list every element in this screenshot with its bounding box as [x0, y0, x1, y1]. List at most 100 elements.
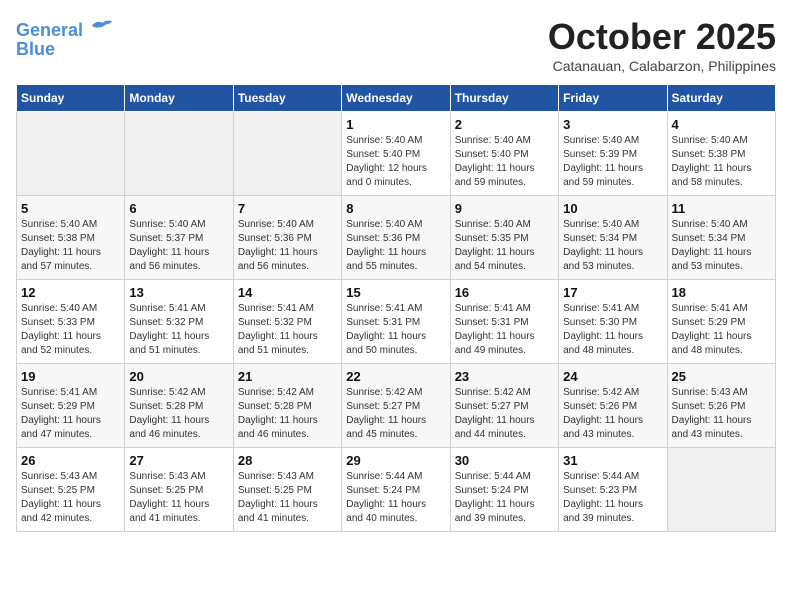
day-info: Sunrise: 5:40 AMSunset: 5:36 PMDaylight:… [238, 218, 337, 274]
day-info: Sunrise: 5:40 AMSunset: 5:34 PMDaylight:… [672, 218, 771, 274]
day-info: Sunrise: 5:40 AMSunset: 5:36 PMDaylight:… [346, 218, 445, 274]
day-info: Sunrise: 5:43 AMSunset: 5:25 PMDaylight:… [238, 470, 337, 526]
calendar-cell: 21 Sunrise: 5:42 AMSunset: 5:28 PMDayligh… [233, 364, 341, 448]
calendar-cell: 15Sunrise: 5:41 AMSunset: 5:31 PMDayligh… [342, 280, 450, 364]
day-number: 27 [129, 453, 228, 468]
calendar-cell: 20 Sunrise: 5:42 AMSunset: 5:28 PMDayligh… [125, 364, 233, 448]
day-number: 1 [346, 117, 445, 132]
day-number: 19 [21, 369, 120, 384]
calendar-week-row: 12Sunrise: 5:40 AMSunset: 5:33 PMDayligh… [17, 280, 776, 364]
day-number: 25 [672, 369, 771, 384]
header: General Blue October 2025 Catanauan, Cal… [16, 16, 776, 74]
calendar-cell: 18 Sunrise: 5:41 AMSunset: 5:29 PMDayligh… [667, 280, 775, 364]
day-number: 30 [455, 453, 554, 468]
day-number: 31 [563, 453, 662, 468]
calendar-week-row: 5Sunrise: 5:40 AMSunset: 5:38 PMDaylight… [17, 196, 776, 280]
calendar-cell: 5Sunrise: 5:40 AMSunset: 5:38 PMDaylight… [17, 196, 125, 280]
weekday-header-friday: Friday [559, 85, 667, 112]
calendar-cell: 27Sunrise: 5:43 AMSunset: 5:25 PMDayligh… [125, 448, 233, 532]
day-info: Sunrise: 5:40 AMSunset: 5:39 PMDaylight:… [563, 134, 662, 190]
calendar-cell: 13 Sunrise: 5:41 AMSunset: 5:32 PMDayligh… [125, 280, 233, 364]
month-title: October 2025 [548, 16, 776, 58]
weekday-header-sunday: Sunday [17, 85, 125, 112]
day-number: 17 [563, 285, 662, 300]
day-info: Sunrise: 5:42 AMSunset: 5:28 PMDaylight:… [129, 386, 228, 442]
day-number: 11 [672, 201, 771, 216]
day-number: 29 [346, 453, 445, 468]
calendar-cell: 24Sunrise: 5:42 AMSunset: 5:26 PMDayligh… [559, 364, 667, 448]
day-number: 7 [238, 201, 337, 216]
day-info: Sunrise: 5:40 AMSunset: 5:40 PMDaylight:… [455, 134, 554, 190]
day-number: 13 [129, 285, 228, 300]
day-number: 8 [346, 201, 445, 216]
calendar-cell [17, 112, 125, 196]
day-number: 10 [563, 201, 662, 216]
day-number: 21 [238, 369, 337, 384]
day-info: Sunrise: 5:40 AMSunset: 5:35 PMDaylight:… [455, 218, 554, 274]
calendar-cell: 14 Sunrise: 5:41 AMSunset: 5:32 PMDayligh… [233, 280, 341, 364]
day-info: Sunrise: 5:42 AMSunset: 5:26 PMDaylight:… [563, 386, 662, 442]
day-number: 14 [238, 285, 337, 300]
weekday-header-thursday: Thursday [450, 85, 558, 112]
day-info: Sunrise: 5:44 AMSunset: 5:24 PMDaylight:… [455, 470, 554, 526]
calendar-cell: 28 Sunrise: 5:43 AMSunset: 5:25 PMDayligh… [233, 448, 341, 532]
calendar-cell: 29 Sunrise: 5:44 AMSunset: 5:24 PMDayligh… [342, 448, 450, 532]
day-info: Sunrise: 5:42 AMSunset: 5:28 PMDaylight:… [238, 386, 337, 442]
day-number: 5 [21, 201, 120, 216]
calendar-cell [233, 112, 341, 196]
day-info: Sunrise: 5:43 AMSunset: 5:26 PMDaylight:… [672, 386, 771, 442]
logo-bird-icon [90, 16, 114, 36]
day-number: 26 [21, 453, 120, 468]
calendar-cell: 6 Sunrise: 5:40 AMSunset: 5:37 PMDaylight… [125, 196, 233, 280]
day-info: Sunrise: 5:41 AMSunset: 5:31 PMDaylight:… [455, 302, 554, 358]
day-info: Sunrise: 5:44 AMSunset: 5:24 PMDaylight:… [346, 470, 445, 526]
calendar-cell: 17 Sunrise: 5:41 AMSunset: 5:30 PMDayligh… [559, 280, 667, 364]
calendar-cell: 4 Sunrise: 5:40 AMSunset: 5:38 PMDaylight… [667, 112, 775, 196]
calendar-cell: 31Sunrise: 5:44 AMSunset: 5:23 PMDayligh… [559, 448, 667, 532]
day-info: Sunrise: 5:40 AMSunset: 5:38 PMDaylight:… [672, 134, 771, 190]
day-info: Sunrise: 5:41 AMSunset: 5:29 PMDaylight:… [21, 386, 120, 442]
calendar-cell: 22Sunrise: 5:42 AMSunset: 5:27 PMDayligh… [342, 364, 450, 448]
calendar-cell: 23 Sunrise: 5:42 AMSunset: 5:27 PMDayligh… [450, 364, 558, 448]
calendar-body: 1 Sunrise: 5:40 AMSunset: 5:40 PMDaylight… [17, 112, 776, 532]
logo-blue: Blue [16, 39, 114, 60]
day-info: Sunrise: 5:41 AMSunset: 5:32 PMDaylight:… [238, 302, 337, 358]
calendar-week-row: 19 Sunrise: 5:41 AMSunset: 5:29 PMDayligh… [17, 364, 776, 448]
calendar-cell: 8 Sunrise: 5:40 AMSunset: 5:36 PMDaylight… [342, 196, 450, 280]
location-subtitle: Catanauan, Calabarzon, Philippines [548, 58, 776, 74]
calendar-cell: 7 Sunrise: 5:40 AMSunset: 5:36 PMDaylight… [233, 196, 341, 280]
day-number: 18 [672, 285, 771, 300]
day-number: 4 [672, 117, 771, 132]
calendar-cell: 30 Sunrise: 5:44 AMSunset: 5:24 PMDayligh… [450, 448, 558, 532]
calendar-cell [667, 448, 775, 532]
day-info: Sunrise: 5:41 AMSunset: 5:32 PMDaylight:… [129, 302, 228, 358]
calendar-cell: 16 Sunrise: 5:41 AMSunset: 5:31 PMDayligh… [450, 280, 558, 364]
calendar-cell: 12Sunrise: 5:40 AMSunset: 5:33 PMDayligh… [17, 280, 125, 364]
day-number: 20 [129, 369, 228, 384]
weekday-header-saturday: Saturday [667, 85, 775, 112]
calendar-cell: 3 Sunrise: 5:40 AMSunset: 5:39 PMDaylight… [559, 112, 667, 196]
calendar-week-row: 26 Sunrise: 5:43 AMSunset: 5:25 PMDayligh… [17, 448, 776, 532]
day-info: Sunrise: 5:41 AMSunset: 5:29 PMDaylight:… [672, 302, 771, 358]
calendar-week-row: 1 Sunrise: 5:40 AMSunset: 5:40 PMDaylight… [17, 112, 776, 196]
day-number: 16 [455, 285, 554, 300]
day-info: Sunrise: 5:41 AMSunset: 5:31 PMDaylight:… [346, 302, 445, 358]
logo-text: General [16, 16, 114, 41]
weekday-header-wednesday: Wednesday [342, 85, 450, 112]
day-number: 28 [238, 453, 337, 468]
day-number: 3 [563, 117, 662, 132]
day-info: Sunrise: 5:43 AMSunset: 5:25 PMDaylight:… [21, 470, 120, 526]
calendar-header-row: SundayMondayTuesdayWednesdayThursdayFrid… [17, 85, 776, 112]
day-info: Sunrise: 5:42 AMSunset: 5:27 PMDaylight:… [455, 386, 554, 442]
day-info: Sunrise: 5:41 AMSunset: 5:30 PMDaylight:… [563, 302, 662, 358]
day-number: 6 [129, 201, 228, 216]
calendar-cell: 2Sunrise: 5:40 AMSunset: 5:40 PMDaylight… [450, 112, 558, 196]
day-number: 12 [21, 285, 120, 300]
calendar-cell: 11 Sunrise: 5:40 AMSunset: 5:34 PMDayligh… [667, 196, 775, 280]
logo: General Blue [16, 16, 114, 60]
title-area: October 2025 Catanauan, Calabarzon, Phil… [548, 16, 776, 74]
day-number: 22 [346, 369, 445, 384]
day-info: Sunrise: 5:40 AMSunset: 5:40 PMDaylight:… [346, 134, 445, 190]
day-number: 23 [455, 369, 554, 384]
day-info: Sunrise: 5:40 AMSunset: 5:37 PMDaylight:… [129, 218, 228, 274]
